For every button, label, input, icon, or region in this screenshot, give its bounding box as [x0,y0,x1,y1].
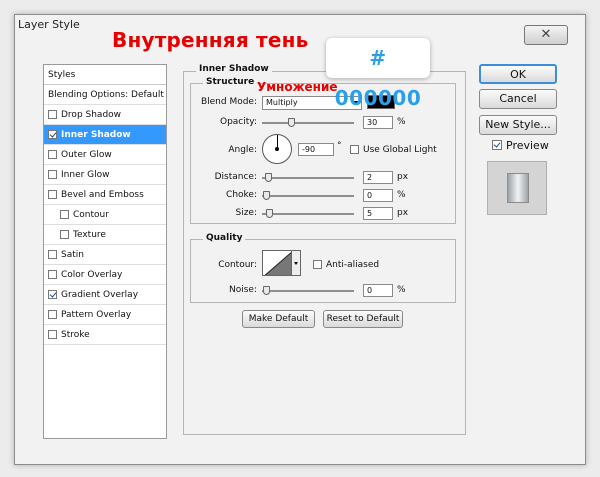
inner-shadow-group-title: Inner Shadow [196,64,272,74]
style-item-label: Pattern Overlay [61,309,132,320]
preview-label: Preview [506,139,549,152]
close-icon: ✕ [540,27,552,42]
blending-options-item[interactable]: Blending Options: Default [44,85,166,105]
style-item-checkbox[interactable] [48,170,57,179]
preview-swatch [507,173,529,203]
choke-input[interactable]: 0 [363,189,393,202]
style-item-satin[interactable]: Satin [44,245,166,265]
style-item-label: Contour [73,209,109,220]
style-item-stroke[interactable]: Stroke [44,325,166,345]
distance-input[interactable]: 2 [363,171,393,184]
style-item-label: Outer Glow [61,149,112,160]
blend-mode-label: Blend Mode: [200,97,257,107]
style-item-inner-shadow[interactable]: Inner Shadow [44,125,166,145]
use-global-light-checkbox[interactable] [350,145,359,154]
style-item-drop-shadow[interactable]: Drop Shadow [44,105,166,125]
noise-slider[interactable] [262,286,354,295]
choke-slider-thumb[interactable] [263,191,270,200]
use-global-light-label: Use Global Light [363,145,437,155]
size-slider-thumb[interactable] [266,209,273,218]
distance-slider[interactable] [262,173,354,182]
angle-value: 90 [304,145,316,154]
style-item-label: Satin [61,249,84,260]
style-item-checkbox[interactable] [48,150,57,159]
contour-dropdown[interactable] [292,250,301,276]
style-item-label: Texture [73,229,106,240]
distance-slider-thumb[interactable] [265,173,272,182]
style-item-inner-glow[interactable]: Inner Glow [44,165,166,185]
style-item-pattern-overlay[interactable]: Pattern Overlay [44,305,166,325]
angle-dial[interactable] [262,134,292,164]
style-item-label: Gradient Overlay [61,289,139,300]
contour-curve-icon [264,252,291,275]
style-item-checkbox[interactable] [48,310,57,319]
anti-aliased-checkbox[interactable] [313,260,322,269]
style-item-label: Color Overlay [61,269,123,280]
contour-label: Contour: [218,260,257,270]
style-preview [487,161,547,215]
style-item-label: Inner Glow [61,169,110,180]
style-item-label: Stroke [61,329,90,340]
style-item-checkbox[interactable] [60,230,69,239]
window-title: Layer Style [18,18,80,31]
noise-label: Noise: [229,285,257,295]
styles-header[interactable]: Styles [44,65,166,85]
distance-unit: px [397,172,409,182]
style-item-gradient-overlay[interactable]: Gradient Overlay [44,285,166,305]
size-input[interactable]: 5 [363,207,393,220]
cancel-button[interactable]: Cancel [479,89,557,109]
style-item-texture[interactable]: Texture [44,225,166,245]
noise-input[interactable]: 0 [363,284,393,297]
contour-picker[interactable] [262,250,292,276]
quality-group-title: Quality [203,233,246,243]
style-item-checkbox[interactable] [48,290,57,299]
style-item-label: Inner Shadow [61,129,131,140]
opacity-label: Opacity: [220,117,257,127]
style-item-checkbox[interactable] [48,110,57,119]
ok-button[interactable]: OK [479,64,557,84]
size-label: Size: [235,208,257,218]
blend-mode-value: Multiply [266,98,298,107]
style-item-bevel-and-emboss[interactable]: Bevel and Emboss [44,185,166,205]
style-item-checkbox[interactable] [48,130,57,139]
style-item-checkbox[interactable] [48,190,57,199]
opacity-slider[interactable] [262,118,354,127]
style-item-label: Bevel and Emboss [61,189,144,200]
overlay-multiply-russian: Умножение [257,80,338,94]
opacity-unit: % [397,117,406,127]
noise-slider-thumb[interactable] [263,286,270,295]
reset-to-default-button[interactable]: Reset to Default [323,310,403,328]
style-item-checkbox[interactable] [48,270,57,279]
anti-aliased-label: Anti-aliased [326,260,380,270]
angle-unit: ° [337,141,342,151]
overlay-title-russian: Внутренняя тень [112,28,309,52]
style-item-contour[interactable]: Contour [44,205,166,225]
structure-group-title: Structure [203,77,258,87]
size-unit: px [397,208,409,218]
angle-input[interactable]: -90 [298,143,334,156]
opacity-slider-thumb[interactable] [288,118,295,127]
styles-list-panel: Styles Blending Options: Default Drop Sh… [43,64,167,439]
style-item-outer-glow[interactable]: Outer Glow [44,145,166,165]
angle-label: Angle: [228,145,257,155]
distance-label: Distance: [214,172,257,182]
make-default-button[interactable]: Make Default [242,310,315,328]
preview-checkbox[interactable] [492,140,502,150]
size-slider[interactable] [262,209,354,218]
choke-label: Choke: [226,190,257,200]
close-button[interactable]: ✕ [524,25,568,45]
angle-dial-hand [277,135,278,149]
style-item-checkbox[interactable] [48,250,57,259]
style-item-label: Drop Shadow [61,109,122,120]
style-item-color-overlay[interactable]: Color Overlay [44,265,166,285]
hex-color-badge: # 000000 [326,38,430,110]
new-style-button[interactable]: New Style... [479,115,557,135]
style-item-checkbox[interactable] [48,330,57,339]
style-item-checkbox[interactable] [60,210,69,219]
choke-unit: % [397,190,406,200]
choke-slider[interactable] [262,191,354,200]
noise-unit: % [397,285,406,295]
